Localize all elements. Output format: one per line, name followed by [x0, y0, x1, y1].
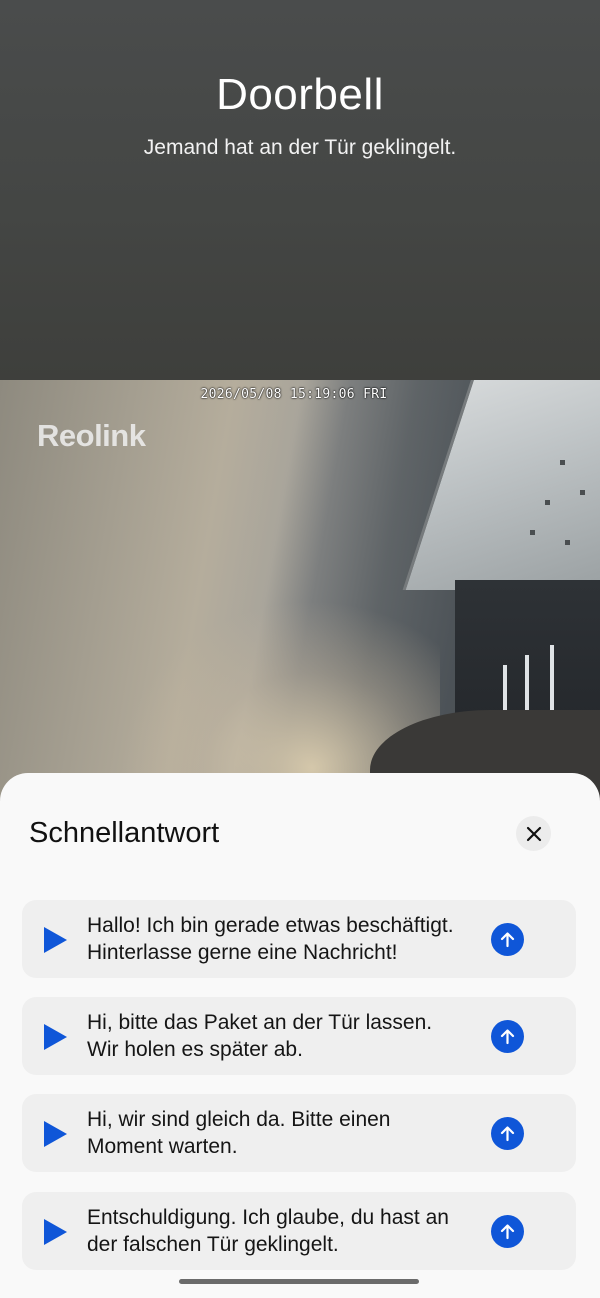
- camera-brand-logo: Reolink: [37, 418, 146, 453]
- send-reply-button[interactable]: [491, 1215, 524, 1248]
- notification-header: Doorbell Jemand hat an der Tür geklingel…: [0, 0, 600, 380]
- shelf-bar: [550, 645, 554, 715]
- quick-reply-text-line: Hi, wir sind gleich da. Bitte einen: [87, 1108, 391, 1131]
- home-indicator[interactable]: [179, 1279, 419, 1284]
- shelf-bar: [525, 655, 529, 715]
- quick-reply-text-line: Hi, bitte das Paket an der Tür lassen.: [87, 1011, 433, 1034]
- arrow-up-icon: [500, 932, 515, 948]
- play-icon[interactable]: [42, 1120, 68, 1148]
- play-icon[interactable]: [42, 1023, 68, 1051]
- quick-reply-text-line: der falschen Tür geklingelt.: [87, 1233, 339, 1256]
- play-icon[interactable]: [42, 926, 68, 954]
- notification-title: Doorbell: [216, 70, 384, 119]
- ceiling-spot: [560, 460, 565, 465]
- ceiling-spot: [545, 500, 550, 505]
- quick-reply-text-line: Hinterlasse gerne eine Nachricht!: [87, 941, 398, 964]
- ceiling-spot: [530, 530, 535, 535]
- quick-reply-sheet: Schnellantwort Hallo! Ich bin gerade etw…: [0, 773, 600, 1298]
- close-button[interactable]: [516, 816, 551, 851]
- doorbell-screen: Doorbell Jemand hat an der Tür geklingel…: [0, 0, 600, 1298]
- notification-message: Jemand hat an der Tür geklingelt.: [143, 136, 457, 159]
- arrow-up-icon: [500, 1224, 515, 1240]
- quick-reply-text: Hallo! Ich bin gerade etwas beschäftigt.…: [87, 912, 487, 966]
- quick-reply-item[interactable]: Hallo! Ich bin gerade etwas beschäftigt.…: [22, 900, 576, 978]
- ceiling-spot: [580, 490, 585, 495]
- quick-reply-item[interactable]: Hi, bitte das Paket an der Tür lassen. W…: [22, 997, 576, 1075]
- send-reply-button[interactable]: [491, 923, 524, 956]
- quick-reply-text-line: Moment warten.: [87, 1135, 238, 1158]
- camera-feed[interactable]: 2026/05/08 15:19:06 FRI Reolink: [0, 380, 600, 800]
- quick-reply-text-line: Entschuldigung. Ich glaube, du hast an: [87, 1206, 449, 1229]
- play-icon[interactable]: [42, 1218, 68, 1246]
- quick-reply-item[interactable]: Entschuldigung. Ich glaube, du hast an d…: [22, 1192, 576, 1270]
- close-icon: [526, 826, 541, 841]
- arrow-up-icon: [500, 1126, 515, 1142]
- quick-reply-text: Entschuldigung. Ich glaube, du hast an d…: [87, 1204, 487, 1258]
- camera-timestamp: 2026/05/08 15:19:06 FRI: [200, 387, 388, 402]
- camera-ceiling: [402, 380, 600, 590]
- shelf-bar: [503, 665, 507, 715]
- quick-reply-title: Schnellantwort: [29, 817, 220, 849]
- quick-reply-text-line: Hallo! Ich bin gerade etwas beschäftigt.: [87, 914, 454, 937]
- quick-reply-text: Hi, wir sind gleich da. Bitte einen Mome…: [87, 1106, 487, 1160]
- quick-reply-text-line: Wir holen es später ab.: [87, 1038, 303, 1061]
- quick-reply-text: Hi, bitte das Paket an der Tür lassen. W…: [87, 1009, 487, 1063]
- send-reply-button[interactable]: [491, 1020, 524, 1053]
- send-reply-button[interactable]: [491, 1117, 524, 1150]
- quick-reply-item[interactable]: Hi, wir sind gleich da. Bitte einen Mome…: [22, 1094, 576, 1172]
- ceiling-spot: [565, 540, 570, 545]
- arrow-up-icon: [500, 1029, 515, 1045]
